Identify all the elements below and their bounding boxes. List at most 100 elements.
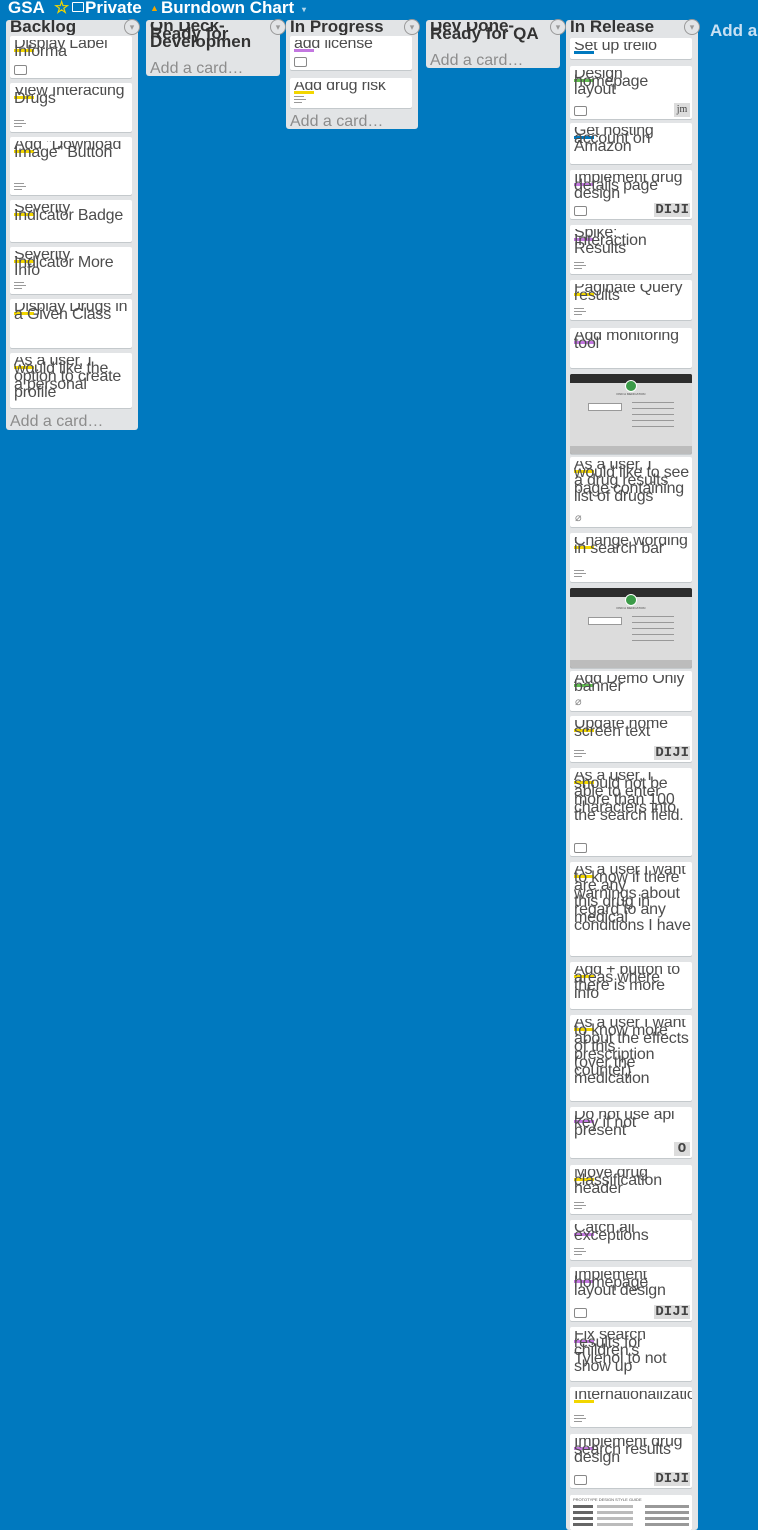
card[interactable]: Add Demo Only banner ⌀ — [570, 671, 692, 711]
card[interactable]: View Interacting Drugs — [10, 83, 132, 132]
member-avatar[interactable]: DIJI — [654, 1472, 690, 1486]
card[interactable]: As a user, I would like to see a drug re… — [570, 457, 692, 527]
list-in-release: In Release ▾ Set up trello Design homepage … — [566, 19, 700, 1530]
description-icon — [574, 750, 586, 759]
add-card-button[interactable]: Add a card… — [290, 113, 383, 131]
burndown-chart-link[interactable]: Burndown Chart — [161, 0, 294, 18]
card[interactable]: Display Label Informa — [10, 36, 132, 78]
cover-search-input — [588, 617, 622, 625]
comment-icon — [574, 206, 587, 216]
list-backlog: Backlog ▾ Display Label Informa View Intera… — [6, 19, 140, 431]
list-menu-chevron-icon[interactable]: ▾ — [270, 19, 286, 35]
member-avatar[interactable]: DIJI — [654, 203, 690, 217]
card[interactable]: Fix search results for children's Tyleno… — [570, 1327, 692, 1381]
card[interactable]: Implement drug details page design DIJI — [570, 170, 692, 219]
card[interactable]: Add monitoring tool — [570, 328, 692, 368]
add-card-button[interactable]: Add a card… — [10, 413, 103, 431]
description-icon — [14, 282, 26, 291]
card-title: Add drug risk — [294, 82, 386, 94]
comment-icon — [574, 843, 587, 853]
card-cover-image[interactable]: PROTOTYPE DESIGN STYLE GUIDE — [570, 1495, 692, 1530]
comment-icon — [574, 1475, 587, 1485]
card-title: As a user, I would like to see a drug re… — [574, 461, 689, 505]
card[interactable]: Paginate Query results — [570, 280, 692, 320]
card[interactable]: Add + button to areas where there is mor… — [570, 962, 692, 1009]
card[interactable]: As a user, I would like the option to cr… — [10, 353, 132, 408]
card[interactable]: As a user, I should not be able to enter… — [570, 768, 692, 856]
member-avatar[interactable]: jm — [674, 103, 690, 117]
card[interactable]: As a user I want to know more about the … — [570, 1015, 692, 1101]
card[interactable]: Do not use api key if not present O — [570, 1107, 692, 1158]
star-icon[interactable]: ☆ — [54, 0, 69, 18]
card[interactable]: As a user I want to know if there are an… — [570, 862, 692, 956]
card-cover-image[interactable]: FIND A MEDICATION — [570, 588, 692, 668]
description-icon — [574, 570, 586, 579]
privacy-label: Private — [85, 0, 142, 17]
add-card-button[interactable]: Add a card… — [430, 52, 523, 70]
privacy-button[interactable]: Private — [72, 0, 142, 18]
card-title: Catch all exceptions — [574, 1224, 649, 1244]
card[interactable]: Get hosting account on Amazon — [570, 123, 692, 164]
cover-title: FIND A MEDICATION — [616, 606, 646, 610]
cover-title: FIND A MEDICATION — [616, 392, 646, 396]
card[interactable]: Set up trello — [570, 38, 692, 59]
member-avatar[interactable]: O — [674, 1142, 690, 1156]
cover-search-input — [588, 403, 622, 411]
member-avatar[interactable]: DIJI — [654, 1305, 690, 1319]
card[interactable]: Add drug risk — [290, 78, 412, 108]
list-dev-done-ready-for-qa: Dev Done-Ready for QA ▾ Add a card… — [426, 19, 566, 70]
card-title: add license — [294, 40, 373, 52]
card[interactable]: Update home screen text DIJI — [570, 716, 692, 762]
card[interactable]: Add "Download Image" Button — [10, 137, 132, 195]
card-title: Severity Indicator More Info — [14, 251, 114, 279]
card[interactable]: Implement homepage layout design DIJI — [570, 1267, 692, 1321]
list-title[interactable]: Dev Done-Ready for QA — [430, 22, 548, 52]
card-title: Add Demo Only banner — [574, 675, 685, 695]
add-list-button[interactable]: Add a — [710, 21, 757, 41]
comment-icon — [574, 106, 587, 116]
card-title: As a user I want to know if there are an… — [574, 866, 691, 934]
comment-icon — [574, 1308, 587, 1318]
comment-icon — [14, 65, 27, 75]
card[interactable]: Severity Indicator Badge — [10, 200, 132, 242]
list-title[interactable]: Backlog — [10, 19, 128, 35]
card-title: Spike: Interaction Results — [574, 229, 647, 257]
list-menu-chevron-icon[interactable]: ▾ — [684, 19, 700, 35]
card-title: As a user, I would like the option to cr… — [14, 357, 122, 401]
list-menu-chevron-icon[interactable]: ▾ — [550, 19, 566, 35]
list-title[interactable]: On Deck-Ready for Developmen — [150, 22, 268, 52]
card[interactable]: Internationalization — [570, 1387, 692, 1427]
card-title: Change wording in search bar — [574, 537, 688, 557]
card-title: Set up trello — [574, 42, 657, 54]
list-on-deck-ready-for-developmen: On Deck-Ready for Developmen ▾ Add a card… — [146, 19, 286, 78]
lock-icon — [72, 2, 84, 12]
board-header: GSA ☆ Private ▲ Burndown Chart ▾ — [0, 0, 758, 18]
attachment-icon: ⌀ — [575, 696, 582, 708]
description-icon — [14, 183, 26, 192]
card-title: Move drug classification header — [574, 1169, 662, 1197]
card[interactable]: Spike: Interaction Results — [570, 225, 692, 274]
list-title[interactable]: In Release — [570, 19, 688, 35]
card[interactable]: Display Drugs in a Given Class — [10, 299, 132, 348]
add-card-button[interactable]: Add a card… — [150, 60, 243, 78]
card[interactable]: Design homepage layout jm — [570, 66, 692, 119]
card-cover-image[interactable]: FIND A MEDICATION — [570, 374, 692, 454]
card[interactable]: Change wording in search bar — [570, 533, 692, 582]
card[interactable]: Implement drug search results design DIJI — [570, 1434, 692, 1488]
description-icon — [14, 120, 26, 129]
card-title: Fix search results for children's Tyleno… — [574, 1331, 667, 1375]
card-title: Internationalization — [574, 1391, 692, 1403]
board-name[interactable]: GSA — [8, 0, 45, 18]
list-title[interactable]: In Progress — [290, 19, 408, 35]
card[interactable]: add license — [290, 36, 412, 70]
list-menu-chevron-icon[interactable]: ▾ — [404, 19, 420, 35]
card[interactable]: Move drug classification header — [570, 1165, 692, 1214]
member-avatar[interactable]: DIJI — [654, 746, 690, 760]
card[interactable]: Catch all exceptions — [570, 1220, 692, 1260]
card[interactable]: Severity Indicator More Info — [10, 247, 132, 294]
card-title: Display Label Informa — [14, 40, 108, 60]
card-title: Add "Download Image" Button — [14, 141, 122, 161]
card-title: Add monitoring tool — [574, 332, 679, 352]
list-menu-chevron-icon[interactable]: ▾ — [124, 19, 140, 35]
burndown-chevron-icon[interactable]: ▾ — [302, 5, 306, 14]
